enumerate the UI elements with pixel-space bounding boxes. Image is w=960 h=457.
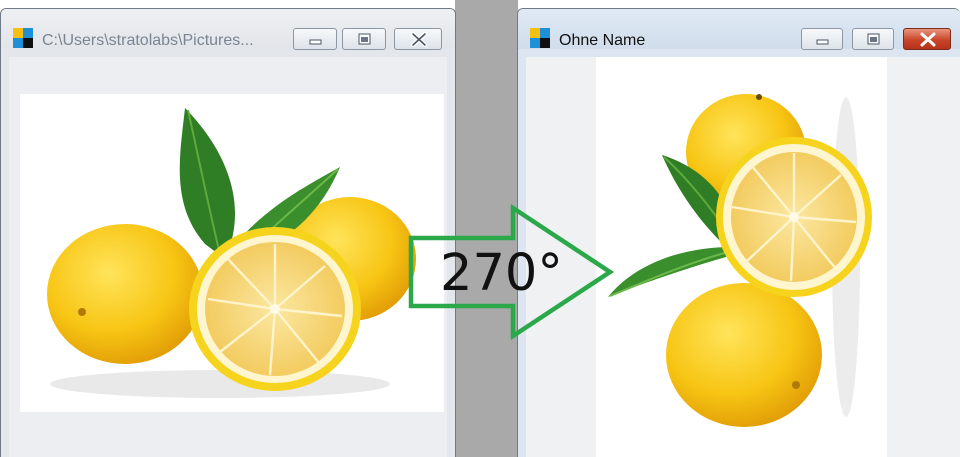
maximize-icon bbox=[358, 33, 371, 45]
result-window[interactable]: Ohne Name bbox=[517, 8, 960, 457]
client-area bbox=[526, 57, 960, 457]
title-bar[interactable]: C:\Users\stratolabs\Pictures... bbox=[1, 9, 455, 50]
lemons-rotated-image bbox=[608, 94, 872, 427]
close-icon bbox=[920, 32, 936, 47]
window-title: Ohne Name bbox=[559, 32, 646, 49]
title-bar[interactable]: Ohne Name bbox=[518, 9, 960, 50]
original-image-panel[interactable] bbox=[20, 94, 444, 412]
client-area bbox=[9, 57, 447, 457]
minimize-button[interactable] bbox=[293, 28, 337, 50]
app-icon[interactable] bbox=[13, 28, 33, 48]
maximize-button[interactable] bbox=[342, 28, 386, 50]
rotated-image-panel[interactable] bbox=[596, 57, 887, 457]
close-button[interactable] bbox=[394, 28, 442, 50]
close-icon bbox=[411, 32, 427, 47]
minimize-button[interactable] bbox=[801, 28, 843, 50]
app-icon[interactable] bbox=[530, 28, 550, 48]
rotation-label: 270° bbox=[440, 244, 563, 303]
maximize-icon bbox=[867, 33, 880, 45]
minimize-icon bbox=[309, 39, 322, 45]
minimize-icon bbox=[816, 39, 829, 45]
desktop-background bbox=[455, 0, 518, 457]
lemons-image bbox=[47, 108, 416, 398]
source-window[interactable]: C:\Users\stratolabs\Pictures... bbox=[0, 8, 456, 457]
window-title: C:\Users\stratolabs\Pictures... bbox=[42, 32, 254, 49]
close-button[interactable] bbox=[903, 28, 951, 50]
maximize-button[interactable] bbox=[852, 28, 894, 50]
